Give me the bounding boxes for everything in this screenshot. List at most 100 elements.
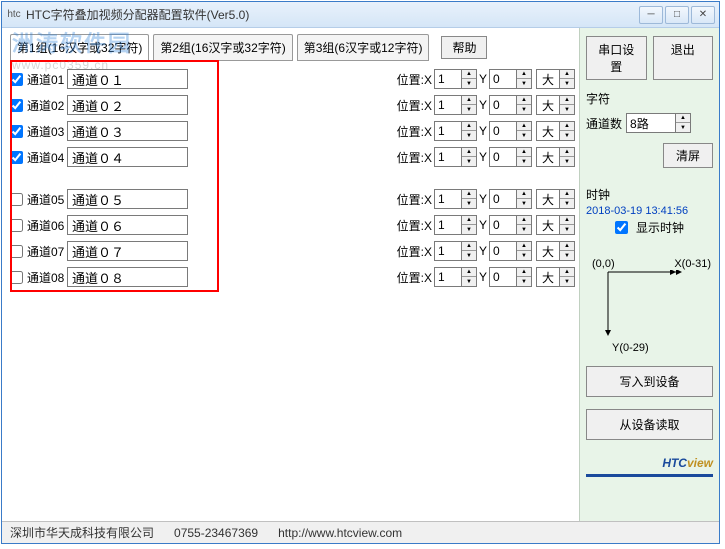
write-device-button[interactable]: 写入到设备 [586,366,713,397]
position-x-input[interactable] [434,241,462,261]
position-y-input[interactable] [489,215,517,235]
channel-checkbox[interactable] [10,73,23,86]
position-y-input[interactable] [489,241,517,261]
spin-up-icon[interactable]: ▲ [462,96,476,105]
spin-up-icon[interactable]: ▲ [517,190,531,199]
spin-up-icon[interactable]: ▲ [560,96,574,105]
help-button[interactable]: 帮助 [441,36,487,59]
size-select[interactable] [536,69,560,89]
spin-down-icon[interactable]: ▼ [462,157,476,166]
channel-text-input[interactable] [67,241,188,261]
spin-up-icon[interactable]: ▲ [517,268,531,277]
spin-up-icon[interactable]: ▲ [560,70,574,79]
size-select[interactable] [536,121,560,141]
spin-down-icon[interactable]: ▼ [560,131,574,140]
spin-up-icon[interactable]: ▲ [517,216,531,225]
spin-down-icon[interactable]: ▼ [560,157,574,166]
channel-text-input[interactable] [67,121,188,141]
spin-up-icon[interactable]: ▲ [560,122,574,131]
spin-up-icon[interactable]: ▲ [560,268,574,277]
spin-up-icon[interactable]: ▲ [462,268,476,277]
spin-up-icon[interactable]: ▲ [462,148,476,157]
position-x-input[interactable] [434,189,462,209]
minimize-button[interactable]: ─ [639,6,663,24]
spin-up-icon[interactable]: ▲ [560,190,574,199]
channel-text-input[interactable] [67,215,188,235]
size-select[interactable] [536,147,560,167]
spin-up-icon[interactable]: ▲ [462,70,476,79]
size-select[interactable] [536,241,560,261]
spin-down-icon[interactable]: ▼ [462,277,476,286]
spin-down-icon[interactable]: ▼ [462,225,476,234]
channel-checkbox[interactable] [10,219,23,232]
spin-up-icon[interactable]: ▲ [462,242,476,251]
spin-up-icon[interactable]: ▲ [560,216,574,225]
serial-settings-button[interactable]: 串口设置 [586,36,647,80]
position-y-input[interactable] [489,147,517,167]
spin-down-icon[interactable]: ▼ [462,131,476,140]
close-button[interactable]: ✕ [691,6,715,24]
read-device-button[interactable]: 从设备读取 [586,409,713,440]
spin-down-icon[interactable]: ▼ [517,131,531,140]
tab-group3[interactable]: 第3组(6汉字或12字符) [297,34,430,61]
spin-down-icon[interactable]: ▼ [560,79,574,88]
channel-text-input[interactable] [67,267,188,287]
channel-checkbox[interactable] [10,193,23,206]
spin-down-icon[interactable]: ▼ [560,105,574,114]
spin-up-icon[interactable]: ▲ [517,70,531,79]
spin-down-icon[interactable]: ▼ [462,79,476,88]
position-x-input[interactable] [434,121,462,141]
spin-down-icon[interactable]: ▼ [462,251,476,260]
clear-screen-button[interactable]: 清屏 [663,143,713,168]
spin-up-icon[interactable]: ▲ [462,216,476,225]
spin-down-icon[interactable]: ▼ [517,105,531,114]
tab-group2[interactable]: 第2组(16汉字或32字符) [153,34,292,61]
spin-down-icon[interactable]: ▼ [517,157,531,166]
spin-down-icon[interactable]: ▼ [560,199,574,208]
position-y-input[interactable] [489,267,517,287]
spin-up-icon[interactable]: ▲ [517,242,531,251]
size-select[interactable] [536,189,560,209]
spin-down-icon[interactable]: ▼ [462,105,476,114]
channel-checkbox[interactable] [10,99,23,112]
size-select[interactable] [536,95,560,115]
spin-down-icon[interactable]: ▼ [560,251,574,260]
spin-up-icon[interactable]: ▲ [517,96,531,105]
exit-button[interactable]: 退出 [653,36,714,80]
spin-down-icon[interactable]: ▼ [560,277,574,286]
spin-up-icon[interactable]: ▲ [560,242,574,251]
spin-down-icon[interactable]: ▼ [462,199,476,208]
position-y-input[interactable] [489,121,517,141]
position-y-input[interactable] [489,189,517,209]
position-y-input[interactable] [489,95,517,115]
channel-text-input[interactable] [67,147,188,167]
spin-down-icon[interactable]: ▼ [517,225,531,234]
channel-text-input[interactable] [67,69,188,89]
spin-down-icon[interactable]: ▼ [517,79,531,88]
chcount-up-icon[interactable]: ▲ [676,114,690,123]
position-x-input[interactable] [434,69,462,89]
channel-count-select[interactable] [626,113,676,133]
position-y-input[interactable] [489,69,517,89]
channel-checkbox[interactable] [10,245,23,258]
channel-checkbox[interactable] [10,151,23,164]
position-x-input[interactable] [434,215,462,235]
maximize-button[interactable]: □ [665,6,689,24]
position-x-input[interactable] [434,267,462,287]
spin-down-icon[interactable]: ▼ [517,277,531,286]
size-select[interactable] [536,267,560,287]
size-select[interactable] [536,215,560,235]
spin-up-icon[interactable]: ▲ [517,122,531,131]
channel-checkbox[interactable] [10,271,23,284]
position-x-input[interactable] [434,95,462,115]
channel-text-input[interactable] [67,189,188,209]
spin-up-icon[interactable]: ▲ [462,122,476,131]
spin-up-icon[interactable]: ▲ [560,148,574,157]
spin-down-icon[interactable]: ▼ [517,199,531,208]
spin-down-icon[interactable]: ▼ [517,251,531,260]
position-x-input[interactable] [434,147,462,167]
chcount-down-icon[interactable]: ▼ [676,123,690,132]
spin-up-icon[interactable]: ▲ [517,148,531,157]
channel-text-input[interactable] [67,95,188,115]
show-clock-checkbox[interactable] [615,221,628,234]
